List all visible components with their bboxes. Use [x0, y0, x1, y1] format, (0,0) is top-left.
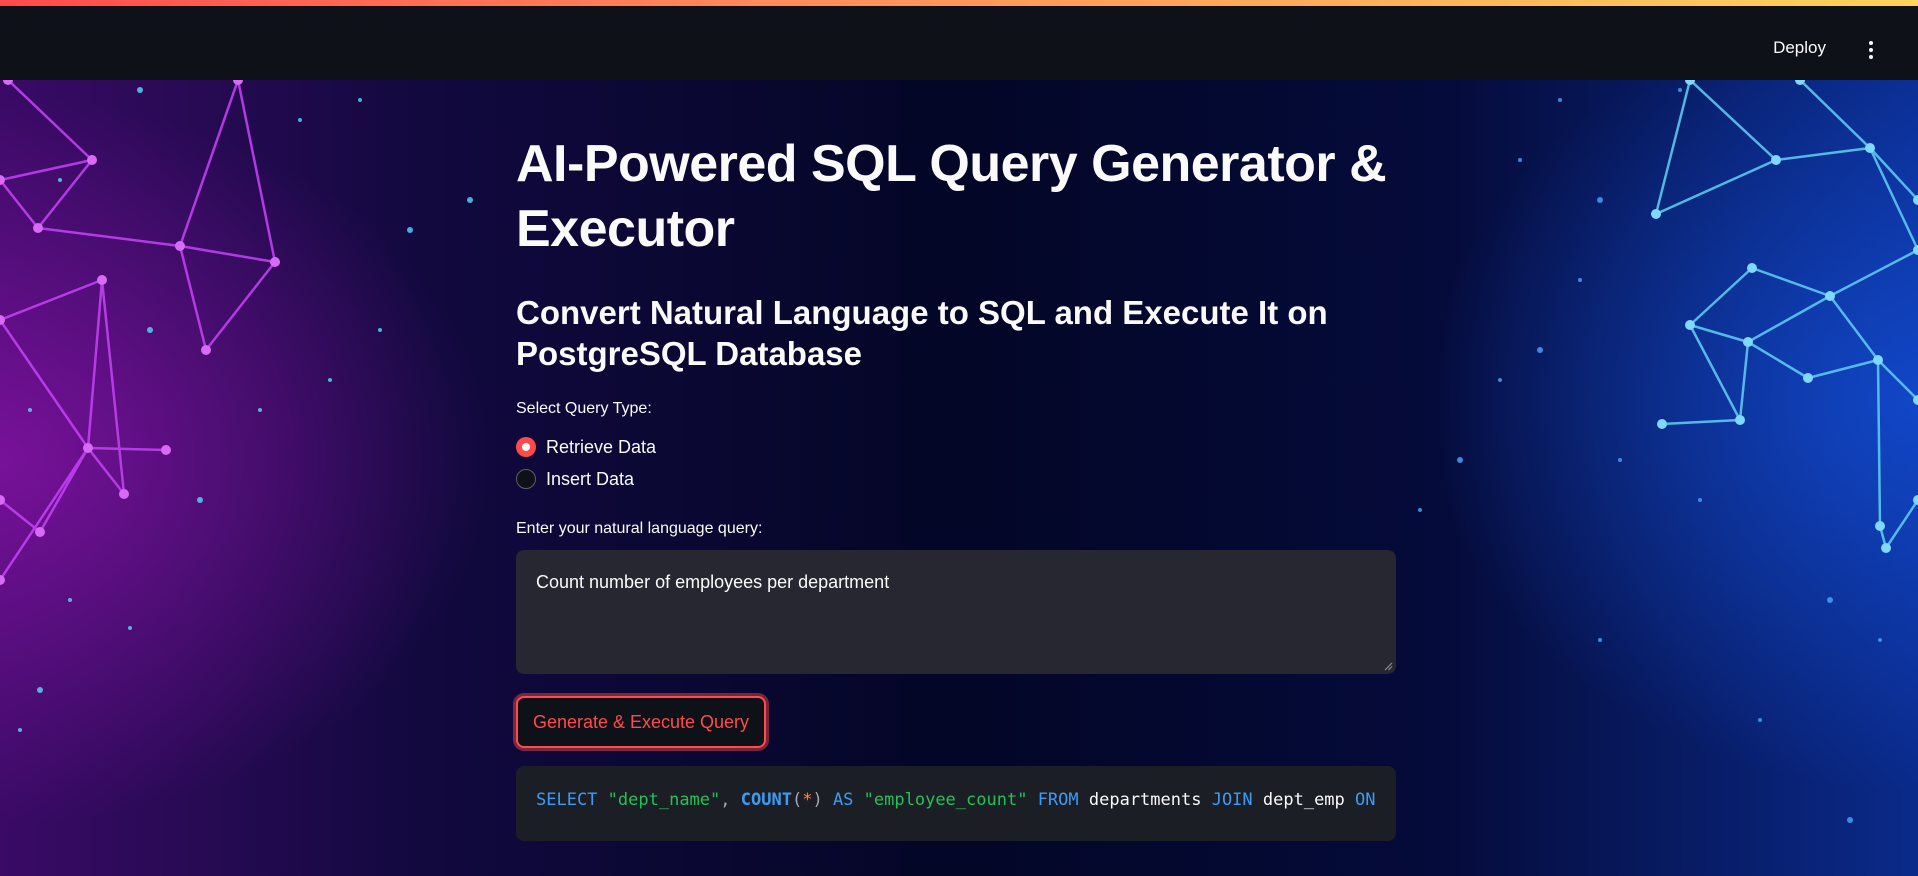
app-toolbar: Deploy [0, 6, 1918, 80]
nl-query-value: Count number of employees per department [536, 572, 890, 592]
radio-insert-data[interactable]: Insert Data [516, 466, 634, 492]
sql-token: dept_emp [1252, 790, 1356, 810]
header-decoration-bar [0, 0, 1918, 6]
radio-label: Retrieve Data [546, 436, 657, 457]
sql-token: SELECT [536, 790, 598, 810]
kebab-menu-icon[interactable] [1864, 41, 1878, 61]
sql-token: ) [812, 790, 823, 810]
sql-token: "dept_name" [607, 790, 721, 810]
sql-token: "employee_count" [863, 790, 1028, 810]
sql-token: FROM [1037, 790, 1079, 810]
sql-token: ( [791, 790, 803, 810]
radio-unselected-icon[interactable] [516, 469, 536, 489]
sql-token: ON [1355, 790, 1376, 810]
sql-token: JOIN [1211, 790, 1253, 810]
sql-token: COUNT [740, 790, 792, 810]
sql-code-line: SELECT "dept_name", COUNT(*) AS "employe… [536, 790, 1376, 810]
generate-execute-button[interactable]: Generate & Execute Query [516, 696, 766, 748]
radio-retrieve-data[interactable]: Retrieve Data [516, 434, 656, 460]
sql-token: * [802, 790, 813, 810]
sql-token: departments [1078, 790, 1212, 810]
resize-handle-icon[interactable] [1383, 661, 1393, 671]
radio-label: Insert Data [546, 468, 635, 489]
deploy-button[interactable]: Deploy [1773, 38, 1826, 58]
generated-sql-code-block: SELECT "dept_name", COUNT(*) AS "employe… [516, 766, 1396, 841]
nl-query-label: Enter your natural language query: [516, 520, 763, 537]
radio-selected-icon[interactable] [516, 437, 536, 457]
sql-token: , [720, 790, 741, 810]
page-subtitle: Convert Natural Language to SQL and Exec… [516, 294, 1328, 372]
sql-token: AS [832, 790, 854, 810]
page-title: AI-Powered SQL Query Generator & Executo… [516, 135, 1387, 258]
query-type-label: Select Query Type: [516, 400, 652, 417]
nl-query-textarea[interactable]: Count number of employees per department [516, 550, 1396, 674]
